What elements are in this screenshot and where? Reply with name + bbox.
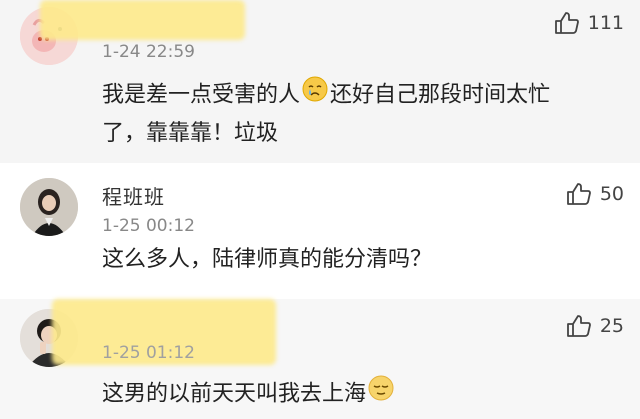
- comment-text-part: 还好自己那段时间太忙: [330, 82, 551, 108]
- like-button[interactable]: 111: [554, 11, 624, 35]
- username[interactable]: 程班班: [102, 181, 165, 210]
- comment-text-part: 了，靠靠靠！垃圾: [102, 121, 279, 146]
- comment-text: 这么多人，陆律师真的能分清吗？: [102, 247, 433, 272]
- comment-text: 我是差一点受害的人 还好自己那段时间太忙 了，靠靠靠！垃圾: [102, 76, 622, 153]
- comment-item: 程班班 1-25 00:12 这么多人，陆律师真的能分清吗？ 50: [0, 163, 640, 299]
- comment-item: 1-25 01:12 这男的以前天天叫我去上海 25: [0, 299, 640, 419]
- timestamp: 1-25 00:12: [102, 216, 195, 236]
- crying-face-emoji: [302, 76, 328, 115]
- relieved-face-emoji: [368, 375, 394, 414]
- timestamp: 1-24 22:59: [102, 42, 195, 62]
- thumbs-up-icon: [566, 183, 591, 205]
- avatar[interactable]: [20, 178, 78, 236]
- timestamp: 1-25 01:12: [102, 343, 195, 363]
- comment-item: 1-24 22:59 我是差一点受害的人 还好自己那段时间太忙 了，靠靠靠！垃圾 …: [0, 0, 640, 163]
- like-count: 50: [599, 183, 624, 205]
- thumbs-up-icon: [554, 12, 579, 34]
- like-button[interactable]: 50: [566, 182, 624, 206]
- like-button[interactable]: 25: [566, 314, 624, 338]
- comment-text: 这男的以前天天叫我去上海: [102, 375, 622, 414]
- like-count: 25: [599, 315, 624, 337]
- comment-text-part: 我是差一点受害的人: [102, 82, 301, 108]
- redaction-blur: [40, 0, 245, 40]
- like-count: 111: [587, 12, 624, 34]
- thumbs-up-icon: [566, 315, 591, 337]
- comment-text-part: 这男的以前天天叫我去上海: [102, 381, 367, 407]
